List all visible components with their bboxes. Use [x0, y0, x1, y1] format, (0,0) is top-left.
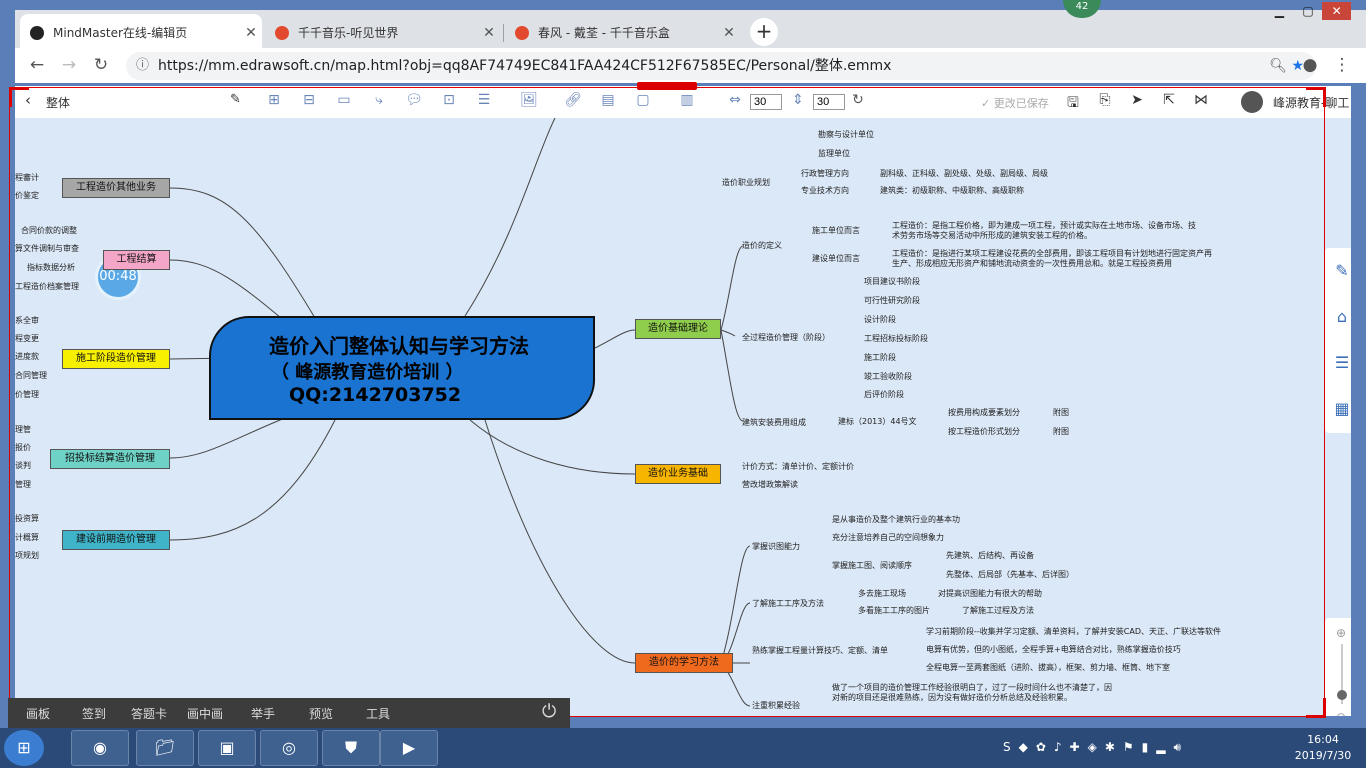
zoom-panel: ⊕ ⊖ ⛶ ⊡ ⊟	[1325, 618, 1351, 716]
outline-list-icon[interactable]: ☰	[1325, 340, 1351, 386]
close-window-icon[interactable]: ✕	[1322, 2, 1352, 20]
picture-in-picture-button[interactable]: 画中画	[187, 705, 223, 722]
qianqian-favicon-icon	[515, 25, 529, 40]
check-in-button[interactable]: 签到	[82, 705, 106, 722]
file-explorer-icon[interactable]: 📁︎	[136, 730, 194, 766]
power-icon[interactable]: ⏻	[542, 701, 556, 722]
screen: MindMaster在线-编辑页 ✕ 千千音乐-听见世界 ✕ 春风 - 戴荃 -…	[0, 0, 1366, 768]
close-tab-icon[interactable]: ✕	[478, 25, 500, 41]
frame-corner	[1306, 698, 1326, 718]
clock-date: 2019/7/30	[1294, 749, 1352, 762]
start-button[interactable]: ⊞	[4, 730, 44, 766]
profile-icon[interactable]: ●	[1298, 55, 1322, 75]
url-field[interactable]: ⓘ https://mm.edrawsoft.cn/map.html?obj=q…	[126, 52, 1316, 80]
taskbar-app-icon[interactable]: ◉	[71, 730, 129, 766]
answer-card-button[interactable]: 答题卡	[131, 705, 167, 722]
url-text: https://mm.edrawsoft.cn/map.html?obj=qq8…	[158, 58, 892, 74]
close-tab-icon[interactable]: ✕	[718, 25, 740, 41]
style-brush-icon[interactable]: ✎	[1325, 248, 1351, 294]
raise-hand-button[interactable]: 举手	[251, 705, 275, 722]
tab-music-box[interactable]: 春风 - 戴荃 - 千千音乐盒 ✕	[505, 14, 740, 51]
forward-icon[interactable]: →	[57, 55, 81, 75]
reload-icon[interactable]: ↻	[89, 55, 113, 75]
clock-time: 16:04	[1307, 733, 1339, 746]
frame-corner	[1306, 87, 1326, 107]
tab-mindmaster[interactable]: MindMaster在线-编辑页 ✕	[20, 14, 262, 51]
icon-library-icon[interactable]: ⌂	[1325, 294, 1351, 340]
recording-region-frame	[9, 87, 1325, 717]
clock[interactable]: 16:04 2019/7/30	[1293, 732, 1353, 764]
minimize-icon[interactable]: ▁	[1265, 2, 1294, 20]
tools-button[interactable]: 工具	[366, 705, 390, 722]
zoom-out-icon[interactable]: ⊖	[1336, 710, 1346, 716]
address-bar-row: ← → ↻ ⓘ https://mm.edrawsoft.cn/map.html…	[15, 48, 1366, 83]
right-side-panel: ✎ ⌂ ☰ ▦	[1325, 248, 1351, 433]
system-tray[interactable]: S◆✿♪✚◈✱⚑▮▂🔊︎	[1003, 740, 1189, 755]
back-icon[interactable]: ←	[25, 55, 49, 75]
site-info-icon[interactable]: ⓘ	[136, 52, 149, 80]
classroom-toolbar: 画板 签到 答题卡 画中画 举手 预览 工具 ⏻	[8, 698, 570, 728]
mindmaster-favicon-icon	[30, 25, 44, 40]
qianqian-favicon-icon	[275, 25, 289, 40]
whiteboard-button[interactable]: 画板	[26, 705, 50, 722]
zoom-in-icon[interactable]: ⊕	[1336, 626, 1346, 640]
theme-icon[interactable]: ▦	[1325, 386, 1351, 432]
tab-qianqian[interactable]: 千千音乐-听见世界 ✕	[265, 14, 500, 51]
live-classroom-icon[interactable]: ▶	[380, 730, 438, 766]
new-tab-button[interactable]: +	[750, 18, 778, 46]
taskbar: ⊞ ◉ 📁︎ ▣ ◎ ⛊ ▶ S◆✿♪✚◈✱⚑▮▂🔊︎ 16:04 2019/7…	[0, 728, 1366, 768]
chrome-icon[interactable]: ◎	[260, 730, 318, 766]
zoom-slider-handle[interactable]	[1337, 690, 1347, 700]
menu-icon[interactable]: ⋮	[1330, 55, 1354, 75]
close-tab-icon[interactable]: ✕	[240, 25, 262, 41]
tab-title: 千千音乐-听见世界	[298, 26, 399, 40]
window-controls: ▁ ▢ ✕	[1265, 2, 1352, 20]
presentation-app-icon[interactable]: ▣	[198, 730, 256, 766]
frame-corner	[9, 87, 29, 107]
tab-title: 春风 - 戴荃 - 千千音乐盒	[538, 26, 670, 40]
tab-title: MindMaster在线-编辑页	[53, 26, 188, 40]
tab-separator	[503, 24, 504, 42]
maximize-icon[interactable]: ▢	[1294, 2, 1323, 20]
frame-drag-handle[interactable]	[637, 82, 697, 90]
pdf-reader-icon[interactable]: ⛊	[322, 730, 380, 766]
preview-button[interactable]: 预览	[309, 705, 333, 722]
